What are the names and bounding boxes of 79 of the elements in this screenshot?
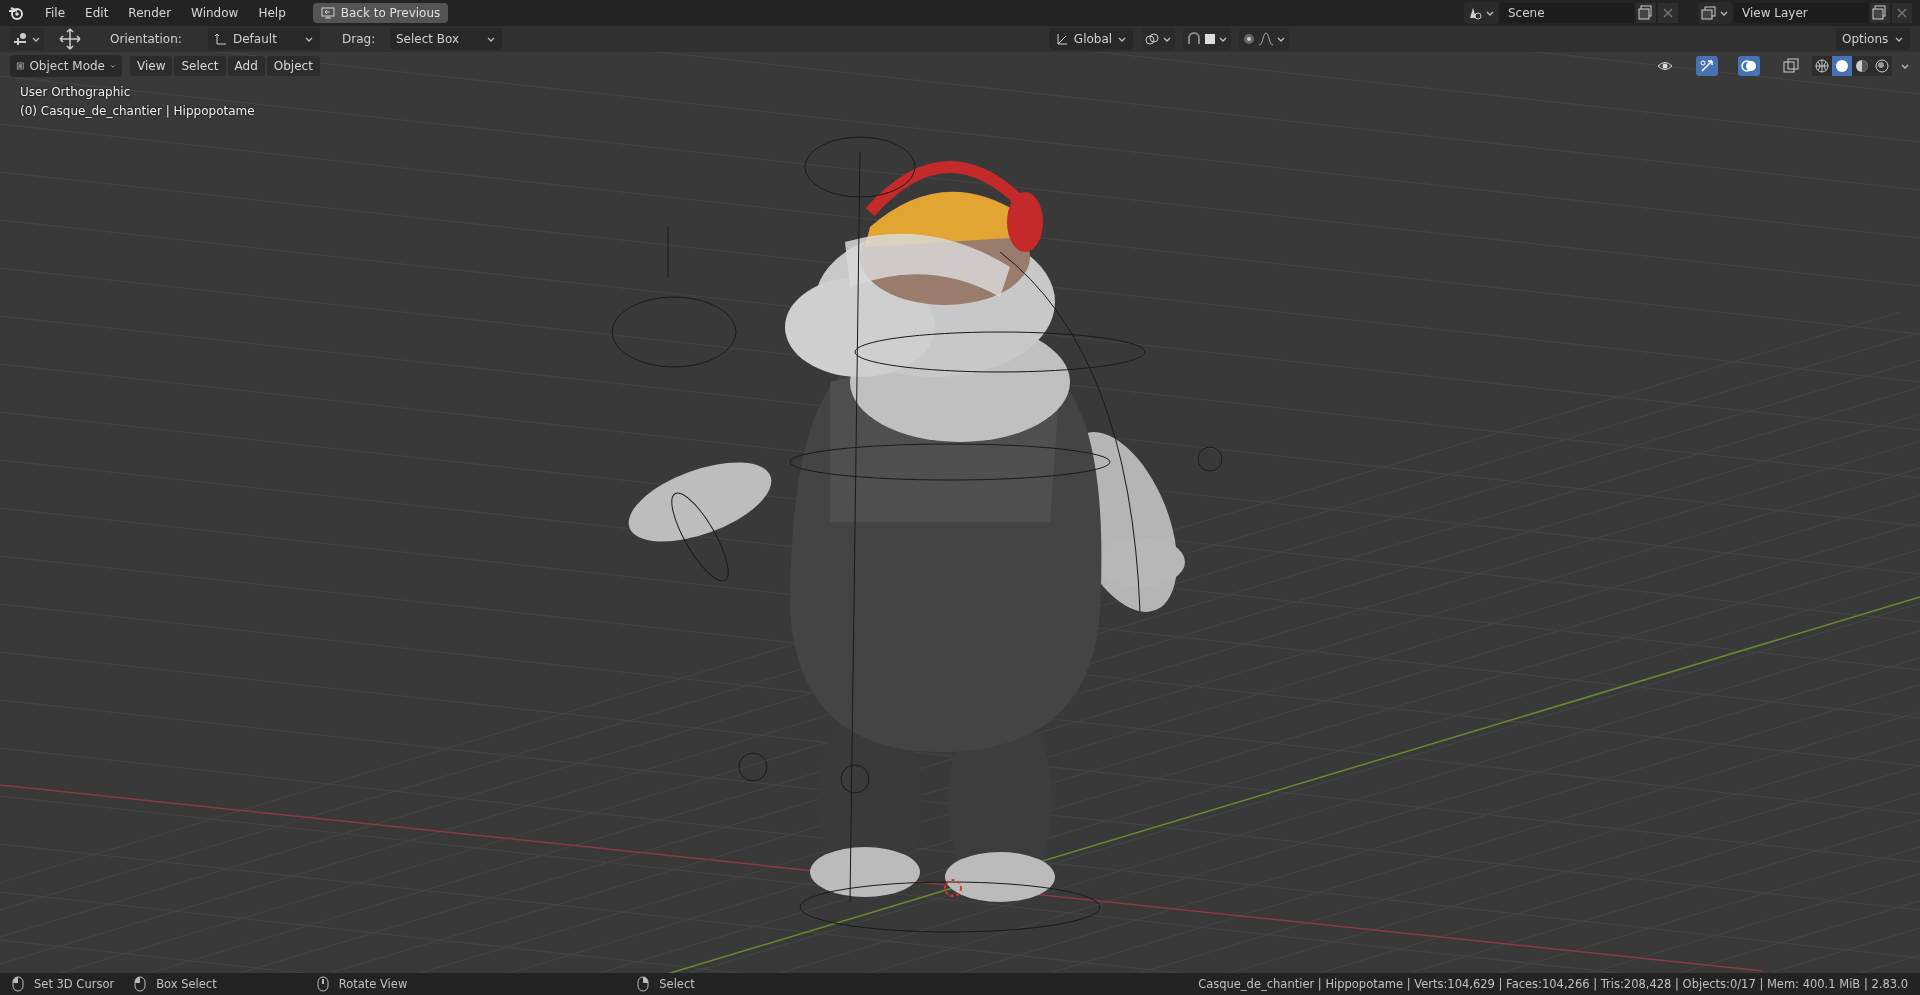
chevron-down-icon bbox=[1162, 35, 1173, 43]
wireframe-shading-button[interactable] bbox=[1812, 56, 1832, 76]
chevron-down-icon bbox=[1117, 35, 1128, 43]
object-mode-dropdown[interactable]: Object Mode bbox=[10, 55, 122, 77]
axes-icon bbox=[1054, 32, 1069, 46]
orientation-label: Orientation: bbox=[110, 32, 183, 46]
viewport-menu-item[interactable]: Add bbox=[227, 56, 265, 76]
view-name-label: User Orthographic bbox=[20, 85, 132, 99]
status-hint: Rotate View bbox=[338, 977, 408, 991]
mouse-icon bbox=[316, 976, 329, 992]
copy-icon[interactable] bbox=[1636, 3, 1656, 23]
back-to-previous-button[interactable]: Back to Previous bbox=[312, 3, 449, 23]
xray-icon bbox=[1783, 58, 1799, 74]
scene-selector[interactable] bbox=[1464, 2, 1498, 24]
close-icon[interactable] bbox=[1892, 3, 1912, 23]
snap-selector[interactable] bbox=[1183, 28, 1232, 50]
editor-type-selector[interactable] bbox=[10, 28, 44, 50]
chevron-down-icon[interactable] bbox=[1900, 62, 1910, 70]
mouse-icon bbox=[134, 976, 147, 992]
gizmo-icon bbox=[1699, 58, 1715, 74]
solid-shading-button[interactable] bbox=[1832, 56, 1852, 76]
status-hint: Box Select bbox=[156, 977, 217, 991]
mouse-icon bbox=[12, 976, 24, 992]
menu-item[interactable]: Render bbox=[119, 3, 181, 23]
chevron-down-icon bbox=[304, 35, 314, 43]
wireframe-sphere-icon bbox=[1814, 58, 1830, 74]
material-shading-button[interactable] bbox=[1852, 56, 1872, 76]
menu-item[interactable]: File bbox=[36, 3, 75, 23]
status-hint: Select bbox=[659, 977, 695, 991]
proportional-editing-selector[interactable] bbox=[1239, 28, 1290, 50]
rendered-sphere-icon bbox=[1874, 58, 1890, 74]
chevron-down-icon bbox=[1276, 35, 1287, 43]
chevron-down-icon bbox=[1218, 35, 1229, 43]
view-layer-name-field[interactable]: View Layer bbox=[1734, 3, 1868, 23]
viewport-menu-item[interactable]: Select bbox=[174, 56, 226, 76]
transform-orientation-dropdown[interactable]: Global bbox=[1048, 28, 1134, 50]
material-sphere-icon bbox=[1854, 58, 1870, 74]
scene-statistics: Casque_de_chantier | Hippopotame | Verts:104,629 | Faces:104,266 | Tris:208,428 | Objects:0/17 | Mem: 400.1 MiB | 2.83.0 bbox=[1198, 977, 1908, 991]
copy-icon[interactable] bbox=[1870, 3, 1890, 23]
menu-item[interactable]: Edit bbox=[76, 3, 118, 23]
drag-dropdown[interactable]: Select Box bbox=[390, 28, 502, 50]
tool-icon bbox=[13, 32, 29, 46]
viewport-menu-item[interactable]: Object bbox=[266, 56, 320, 76]
close-icon[interactable] bbox=[1658, 3, 1678, 23]
move-icon[interactable] bbox=[58, 27, 82, 51]
chevron-down-icon bbox=[1894, 35, 1904, 43]
view-layer-selector[interactable] bbox=[1698, 2, 1732, 24]
object-info-label: (0) Casque_de_chantier | Hippopotame bbox=[20, 104, 255, 118]
axes-icon bbox=[214, 32, 228, 46]
viewport-menu-item[interactable]: View bbox=[130, 56, 173, 76]
screen-icon bbox=[320, 7, 335, 19]
overlay-icon bbox=[1741, 58, 1757, 74]
magnet-icon bbox=[1186, 32, 1203, 46]
app-logo-icon[interactable] bbox=[8, 5, 24, 21]
chevron-down-icon bbox=[31, 35, 41, 43]
pivot-icon bbox=[1144, 32, 1161, 46]
layers-icon bbox=[1701, 6, 1717, 20]
overlay-toggle[interactable] bbox=[1738, 56, 1760, 76]
chevron-down-icon bbox=[1719, 9, 1729, 17]
menu-item[interactable]: Help bbox=[249, 3, 295, 23]
menu-item[interactable]: Window bbox=[182, 3, 248, 23]
rendered-shading-button[interactable] bbox=[1872, 56, 1892, 76]
orientation-dropdown[interactable]: Default bbox=[208, 28, 320, 50]
drag-label: Drag: bbox=[342, 32, 377, 46]
scene-name-field[interactable]: Scene bbox=[1500, 3, 1634, 23]
solid-sphere-icon bbox=[1834, 58, 1850, 74]
mouse-icon bbox=[637, 976, 650, 992]
square-icon bbox=[1204, 33, 1217, 45]
options-dropdown[interactable]: Options bbox=[1836, 28, 1910, 50]
chevron-down-icon bbox=[486, 35, 496, 43]
gizmo-toggle[interactable] bbox=[1696, 56, 1718, 76]
status-hint: Set 3D Cursor bbox=[34, 977, 115, 991]
target-icon bbox=[1242, 32, 1257, 46]
cube-icon bbox=[16, 59, 25, 73]
chevron-down-icon bbox=[1485, 9, 1495, 17]
xray-toggle[interactable] bbox=[1780, 56, 1802, 76]
chevron-down-icon bbox=[110, 62, 116, 70]
pivot-selector[interactable] bbox=[1141, 28, 1176, 50]
falloff-curve-icon bbox=[1258, 32, 1275, 46]
